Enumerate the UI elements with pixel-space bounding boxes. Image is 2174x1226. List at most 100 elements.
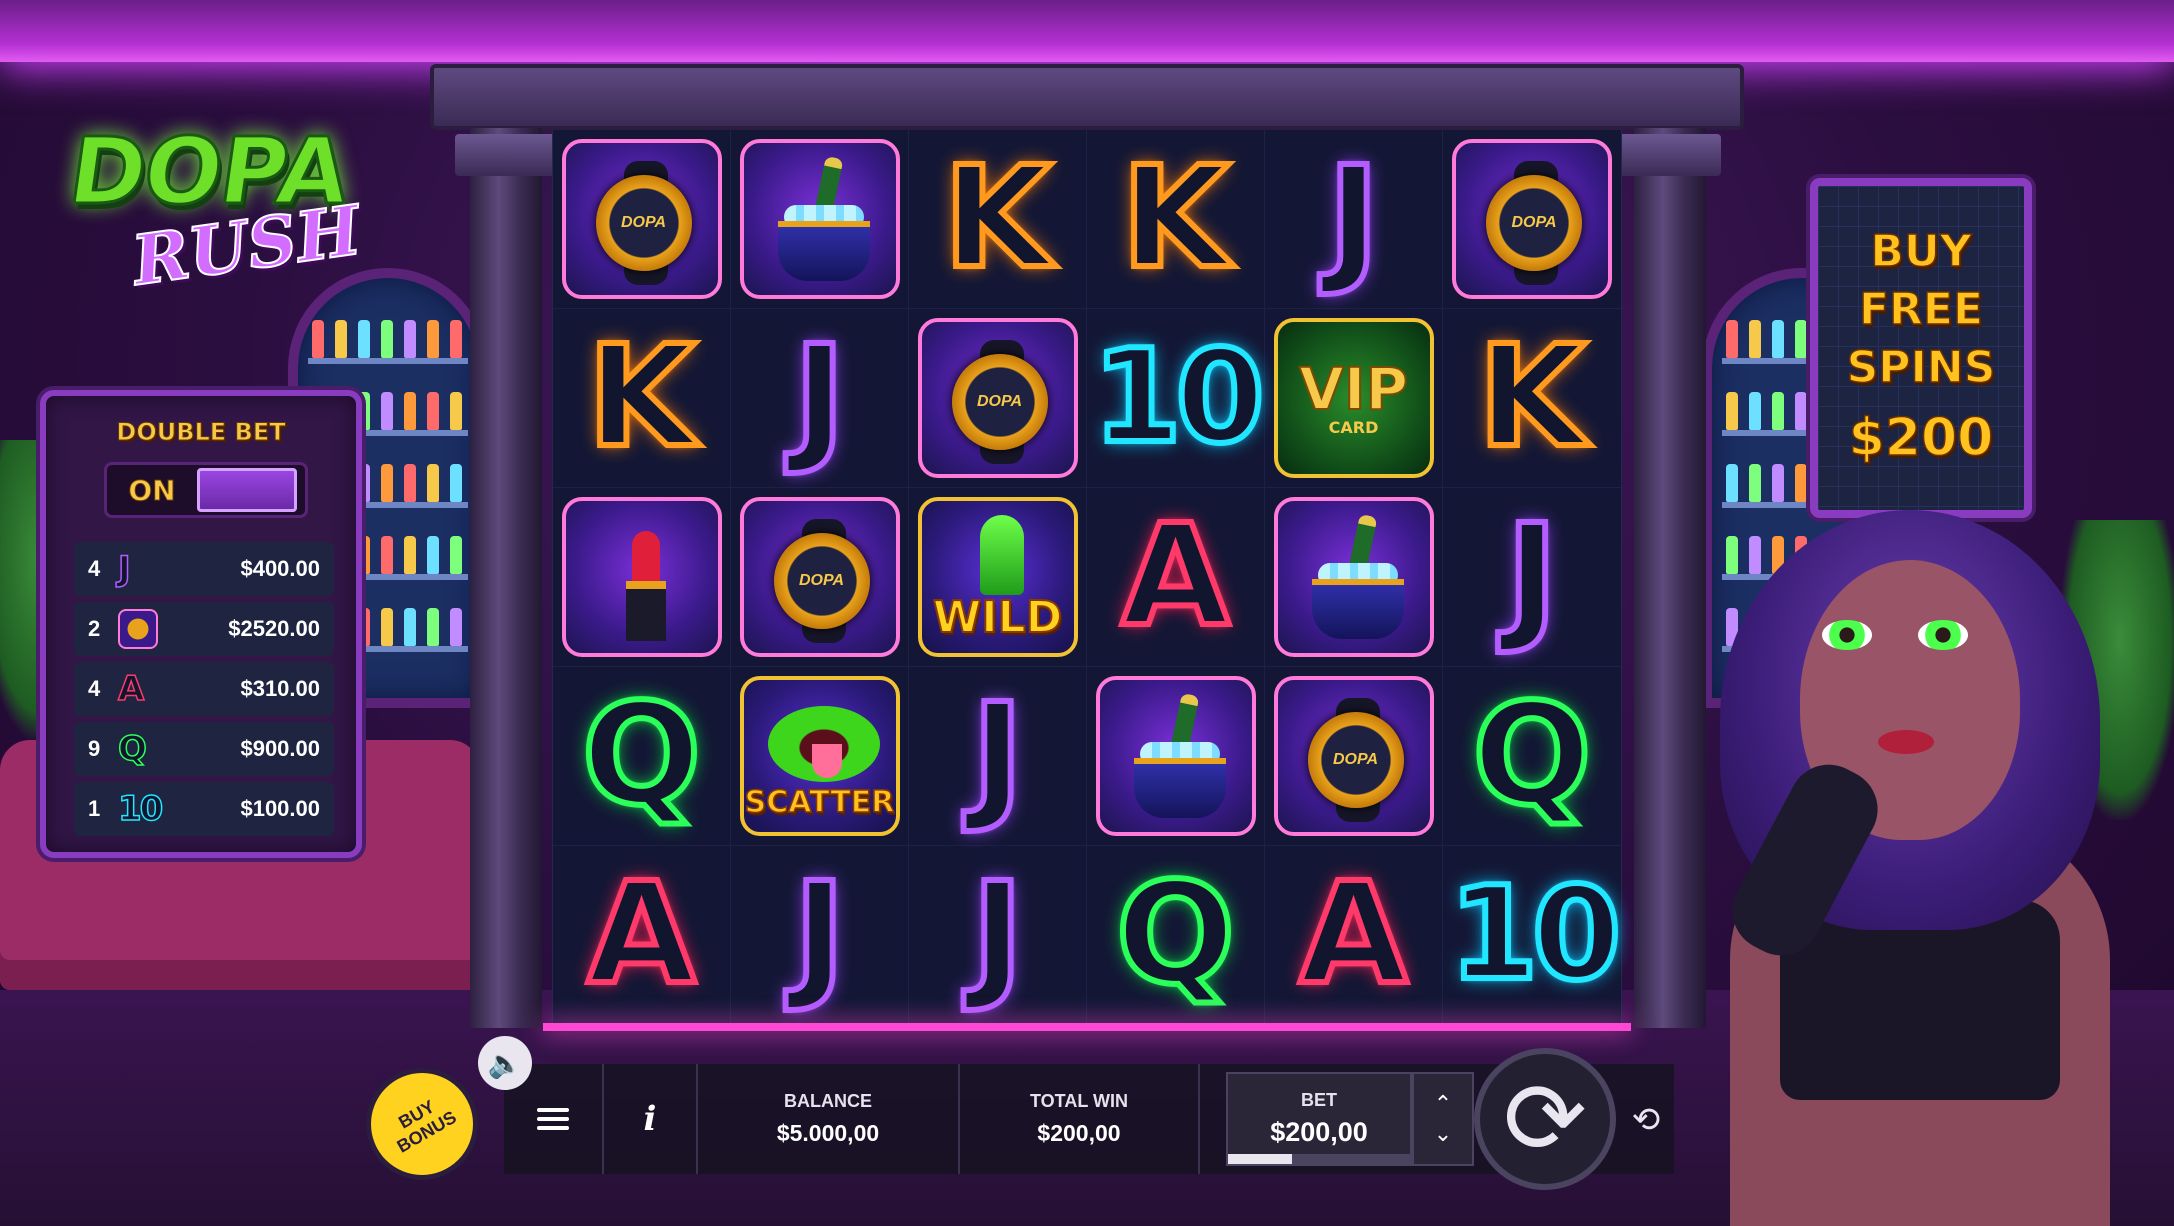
paylist-amount: $400.00	[240, 556, 320, 581]
bet-value: $200,00	[1270, 1117, 1368, 1147]
pillar-left	[470, 128, 542, 1028]
symbol-champagne	[739, 139, 900, 299]
info-icon: i	[643, 1099, 657, 1139]
spin-icon: ⟳	[1503, 1063, 1587, 1175]
bottle	[404, 320, 416, 358]
bottle	[1749, 392, 1761, 430]
bottle	[1795, 464, 1807, 502]
bottle	[450, 536, 462, 574]
sound-toggle-button[interactable]: 🔈	[478, 1036, 532, 1090]
reel-cell: Q	[1087, 846, 1265, 1025]
paylist-count: 2	[88, 616, 101, 641]
bottle	[1749, 464, 1761, 502]
buy-bonus-button[interactable]: BUY BONUS	[366, 1068, 478, 1180]
bet-level-fill	[1228, 1154, 1292, 1164]
double-bet-toggle[interactable]: ON	[104, 462, 308, 518]
buy-bonus-label: BUY BONUS	[393, 1096, 460, 1157]
reel-cell: DOPA	[553, 130, 731, 309]
wild-label: WILD	[932, 591, 1063, 644]
reel-cell: J	[909, 667, 1087, 846]
buy-free-spins-price: $200	[1848, 407, 1994, 469]
bottle	[404, 464, 416, 502]
symbol-watch: DOPA	[1452, 139, 1612, 299]
tongue-icon	[811, 744, 842, 778]
paylist-count: 1	[88, 796, 101, 821]
info-button[interactable]: i	[604, 1064, 698, 1174]
reel-cell	[731, 130, 909, 309]
watch-icon: DOPA	[773, 533, 870, 629]
bet-decrease-icon[interactable]: ⌄	[1434, 1123, 1452, 1145]
symbol-watch: DOPA	[739, 497, 900, 657]
symbol-watch: DOPA	[1273, 676, 1434, 836]
total-win-label: TOTAL WIN	[1030, 1091, 1128, 1111]
lipstick-base	[625, 581, 666, 641]
speaker-icon: 🔈	[487, 1047, 523, 1079]
paylist-row: 9 Q $900.00	[74, 722, 334, 776]
paylist-count: 4	[88, 556, 101, 581]
watch-icon: DOPA	[1486, 175, 1582, 271]
bottle	[1795, 320, 1807, 358]
character-top	[1780, 900, 2060, 1100]
symbol-q: Q	[1113, 853, 1238, 1016]
bottle	[312, 320, 324, 358]
symbol-k: K	[1475, 316, 1589, 479]
reel-cell: DOPA	[731, 488, 909, 667]
pill-icon	[979, 515, 1024, 595]
symbol-k: K	[1118, 137, 1232, 300]
bottle	[427, 536, 439, 574]
paylist-symbol-10: 10	[117, 789, 164, 829]
autoplay-icon: ⟲	[1631, 1101, 1661, 1139]
bottle	[381, 464, 393, 502]
reel-cell: VIP CARD	[1265, 309, 1443, 488]
bottle	[1749, 536, 1761, 574]
reel-cell: J	[909, 846, 1087, 1025]
spin-button[interactable]: ⟳	[1474, 1048, 1616, 1190]
symbol-a: A	[584, 853, 698, 1016]
bottle	[381, 320, 393, 358]
bottle	[404, 536, 416, 574]
bottle	[404, 608, 416, 646]
lipstick-icon	[631, 531, 660, 585]
reel-cell: J	[1265, 130, 1443, 309]
symbol-a: A	[1118, 495, 1232, 658]
bottle	[427, 608, 439, 646]
watch-label: DOPA	[1511, 214, 1557, 231]
toggle-knob[interactable]	[197, 468, 297, 512]
reel-cell: Q	[1443, 667, 1621, 846]
bottle	[1749, 320, 1761, 358]
reel-cell: K	[1443, 309, 1621, 488]
symbol-wild: WILD	[917, 497, 1078, 657]
paylist-count: 4	[88, 676, 101, 701]
bet-increase-icon[interactable]: ⌃	[1434, 1093, 1452, 1115]
symbol-j: J	[968, 674, 1026, 837]
bottle	[358, 320, 370, 358]
buy-free-spins-button[interactable]: BUY FREE SPINS $200	[1810, 178, 2032, 518]
pillar-cap-left	[455, 134, 557, 176]
bottle	[1772, 464, 1784, 502]
total-win-value: $200,00	[1037, 1120, 1121, 1146]
pillar-cap-right	[1619, 134, 1721, 176]
ice-bucket-icon	[1133, 758, 1226, 818]
character-eye-right	[1918, 620, 1968, 650]
watch-icon	[118, 609, 158, 649]
hamburger-menu-icon	[537, 1108, 569, 1130]
reel-cell: 10	[1443, 846, 1624, 1025]
balance-display: BALANCE $5.000,00	[698, 1064, 960, 1174]
symbol-j: J	[1503, 495, 1561, 658]
reel-cell	[1087, 667, 1265, 846]
paylist-amount: $900.00	[240, 736, 320, 761]
reel-cell: A	[1265, 846, 1443, 1025]
reel-cell: K	[553, 309, 731, 488]
double-bet-title: DOUBLE BET	[116, 418, 286, 447]
watch-label: DOPA	[798, 572, 845, 589]
buy-free-spins-line3: SPINS	[1846, 341, 1996, 394]
game-logo: DOPA RUSH	[61, 117, 367, 303]
bottle	[1726, 320, 1738, 358]
balance-value: $5.000,00	[776, 1120, 880, 1146]
double-bet-panel: DOUBLE BET ON 4 J $400.00 2 $2520.00 4 A $310.0…	[40, 390, 362, 858]
reel-cell: K	[909, 130, 1087, 309]
autoplay-button[interactable]: ⟲	[1616, 1090, 1676, 1150]
reel-cell: J	[731, 309, 909, 488]
bottle	[381, 392, 393, 430]
symbol-watch: DOPA	[561, 139, 722, 299]
